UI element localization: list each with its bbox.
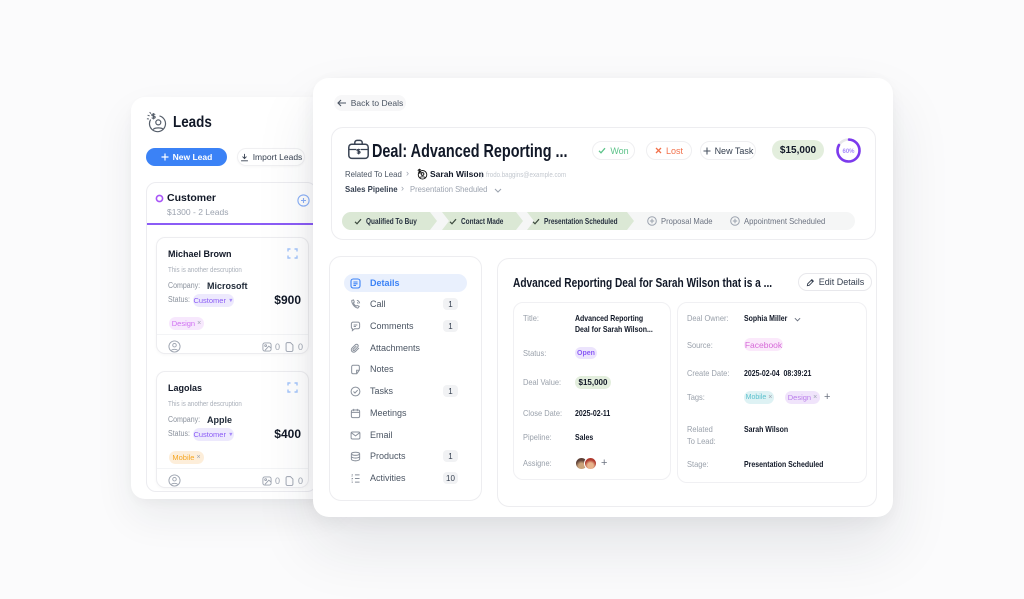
svg-text:60%: 60% [842,149,855,155]
